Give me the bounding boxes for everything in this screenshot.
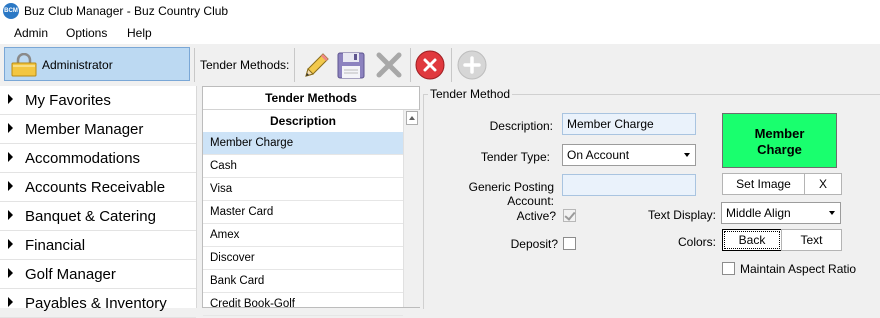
lock-icon xyxy=(11,53,37,77)
back-color-button[interactable]: Back xyxy=(722,229,782,251)
x-icon xyxy=(376,52,402,78)
table-row[interactable]: Discover xyxy=(203,247,403,270)
title-bar: BCM Buz Club Manager - Buz Country Club xyxy=(0,0,880,22)
maintain-aspect-checkbox[interactable] xyxy=(722,262,735,275)
delete-button[interactable] xyxy=(372,48,406,82)
table-row[interactable]: Visa xyxy=(203,178,403,201)
colors-label: Colors: xyxy=(677,235,716,249)
group-title: Tender Method xyxy=(428,87,513,101)
table-row[interactable]: Credit Book-Golf xyxy=(203,293,403,316)
text-display-value: Middle Align xyxy=(726,206,791,220)
sidebar-item-accounts-receivable[interactable]: Accounts Receivable xyxy=(0,173,196,202)
description-field[interactable]: Member Charge xyxy=(562,113,696,135)
expand-arrow-icon xyxy=(8,181,13,191)
sidebar-item-label: Golf Manager xyxy=(25,266,116,283)
expand-arrow-icon xyxy=(8,152,13,162)
chevron-down-icon xyxy=(684,153,690,157)
tender-type-select[interactable]: On Account xyxy=(562,144,696,166)
app-icon: BCM xyxy=(3,3,19,19)
preview-text-line1: Member xyxy=(754,126,805,141)
menu-help[interactable]: Help xyxy=(127,26,152,40)
table-row[interactable]: Master Card xyxy=(203,201,403,224)
sidebar-item-label: Payables & Inventory xyxy=(25,295,167,312)
edit-button[interactable] xyxy=(298,48,332,82)
window-title: Buz Club Manager - Buz Country Club xyxy=(24,4,229,18)
sidebar-item-payables-inventory[interactable]: Payables & Inventory xyxy=(0,289,196,318)
tender-type-value: On Account xyxy=(567,148,630,162)
button-preview: Member Charge xyxy=(722,113,837,168)
toolbar-section-label: Tender Methods: xyxy=(200,58,290,72)
expand-arrow-icon xyxy=(8,123,13,133)
preview-text-line2: Charge xyxy=(757,142,802,157)
plus-circle-icon xyxy=(457,50,487,80)
vertical-scrollbar[interactable] xyxy=(403,110,420,307)
toolbar-separator xyxy=(451,48,452,82)
sidebar-item-financial[interactable]: Financial xyxy=(0,231,196,260)
tender-type-label: Tender Type: xyxy=(480,150,550,164)
sidebar-item-member-manager[interactable]: Member Manager xyxy=(0,115,196,144)
generic-posting-label: Generic Posting Account: xyxy=(468,180,554,208)
sidebar-item-accommodations[interactable]: Accommodations xyxy=(0,144,196,173)
text-display-label: Text Display: xyxy=(647,208,716,222)
text-color-button[interactable]: Text xyxy=(781,229,842,251)
user-button[interactable]: Administrator xyxy=(4,47,190,81)
expand-arrow-icon xyxy=(8,239,13,249)
text-display-select[interactable]: Middle Align xyxy=(721,202,841,224)
sidebar-item-label: Accommodations xyxy=(25,150,141,167)
save-button[interactable] xyxy=(334,48,368,82)
sidebar-item-banquet-catering[interactable]: Banquet & Catering xyxy=(0,202,196,231)
grid-title: Tender Methods xyxy=(203,87,419,110)
table-row[interactable]: Member Charge xyxy=(203,132,403,155)
cancel-button[interactable] xyxy=(413,48,447,82)
sidebar-item-golf-manager[interactable]: Golf Manager xyxy=(0,260,196,289)
set-image-button[interactable]: Set Image xyxy=(722,173,805,195)
maintain-aspect-label: Maintain Aspect Ratio xyxy=(740,262,857,276)
table-row[interactable]: Amex xyxy=(203,224,403,247)
tender-methods-grid: Tender Methods Description Member Charge… xyxy=(202,86,420,316)
expand-arrow-icon xyxy=(8,210,13,220)
menu-admin[interactable]: Admin xyxy=(14,26,48,40)
expand-arrow-icon xyxy=(8,268,13,278)
toolbar-separator xyxy=(294,48,295,82)
description-label: Description: xyxy=(489,119,553,133)
sidebar-item-label: Accounts Receivable xyxy=(25,179,166,196)
user-label: Administrator xyxy=(42,58,113,72)
add-button[interactable] xyxy=(455,48,489,82)
expand-arrow-icon xyxy=(8,297,13,307)
sidebar-item-label: My Favorites xyxy=(25,92,111,109)
sidebar: My Favorites Member Manager Accommodatio… xyxy=(0,86,197,318)
deposit-label: Deposit? xyxy=(510,237,558,251)
clear-image-button[interactable]: X xyxy=(804,173,842,195)
sidebar-item-label: Member Manager xyxy=(25,121,144,138)
sidebar-item-label: Banquet & Catering xyxy=(25,208,156,225)
column-header-description[interactable]: Description xyxy=(203,110,403,133)
menu-options[interactable]: Options xyxy=(66,26,107,40)
red-circle-x-icon xyxy=(415,50,445,80)
generic-posting-field[interactable] xyxy=(562,174,696,196)
menu-bar: Admin Options Help xyxy=(0,22,880,44)
toolbar: Administrator Tender Methods: xyxy=(0,44,880,86)
active-label: Active? xyxy=(516,209,556,223)
expand-arrow-icon xyxy=(8,94,13,104)
scroll-up-icon[interactable] xyxy=(406,111,418,125)
table-row[interactable]: Bank Card xyxy=(203,270,403,293)
toolbar-separator xyxy=(194,48,195,82)
pencil-icon xyxy=(305,53,329,77)
floppy-disk-icon xyxy=(337,52,365,79)
sidebar-item-my-favorites[interactable]: My Favorites xyxy=(0,86,196,115)
toolbar-separator xyxy=(410,48,411,82)
table-row[interactable]: Cash xyxy=(203,155,403,178)
chevron-down-icon xyxy=(829,211,835,215)
deposit-checkbox[interactable] xyxy=(563,237,576,250)
active-checkbox[interactable] xyxy=(563,209,576,222)
sidebar-item-label: Financial xyxy=(25,237,86,254)
